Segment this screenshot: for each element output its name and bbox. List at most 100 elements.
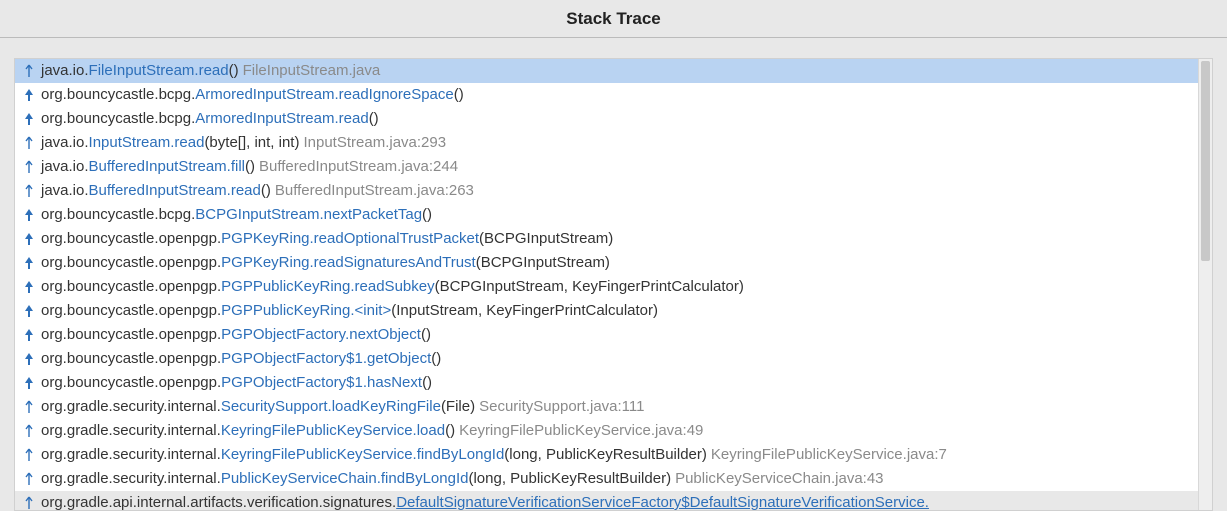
package-name: org.bouncycastle.openpgp. — [41, 347, 221, 371]
method-name[interactable]: PGPObjectFactory$1.getObject — [221, 347, 431, 371]
up-arrow-icon — [21, 184, 37, 198]
up-arrow-icon — [21, 232, 37, 246]
stack-frame-row[interactable]: org.bouncycastle.openpgp.PGPObjectFactor… — [15, 371, 1212, 395]
package-name: org.bouncycastle.openpgp. — [41, 275, 221, 299]
method-name[interactable]: PublicKeyServiceChain.findByLongId — [221, 467, 469, 491]
stack-frame-row[interactable]: java.io.InputStream.read(byte[], int, in… — [15, 131, 1212, 155]
stack-frame-row[interactable]: org.bouncycastle.bcpg.ArmoredInputStream… — [15, 107, 1212, 131]
up-arrow-icon — [21, 112, 37, 126]
stack-frame-row[interactable]: org.bouncycastle.openpgp.PGPPublicKeyRin… — [15, 299, 1212, 323]
stack-frame-row[interactable]: org.gradle.api.internal.artifacts.verifi… — [15, 491, 1212, 511]
stack-frame-row[interactable]: org.bouncycastle.bcpg.ArmoredInputStream… — [15, 83, 1212, 107]
package-name: org.bouncycastle.openpgp. — [41, 299, 221, 323]
stack-frame-row[interactable]: org.gradle.security.internal.PublicKeySe… — [15, 467, 1212, 491]
stack-frame-row[interactable]: java.io.BufferedInputStream.read()Buffer… — [15, 179, 1212, 203]
package-name: org.bouncycastle.openpgp. — [41, 371, 221, 395]
method-name[interactable]: BufferedInputStream.read — [89, 179, 261, 203]
up-arrow-icon — [21, 64, 37, 78]
up-arrow-icon — [21, 328, 37, 342]
package-name: java.io. — [41, 131, 89, 155]
page-title: Stack Trace — [566, 9, 661, 29]
method-params: (long, PublicKeyResultBuilder) — [504, 443, 707, 467]
method-name[interactable]: BufferedInputStream.fill — [89, 155, 245, 179]
method-params: () — [431, 347, 441, 371]
method-name[interactable]: SecuritySupport.loadKeyRingFile — [221, 395, 441, 419]
method-params: (File) — [441, 395, 475, 419]
up-arrow-icon — [21, 424, 37, 438]
method-name[interactable]: PGPKeyRing.readSignaturesAndTrust — [221, 251, 476, 275]
method-name[interactable]: FileInputStream.read — [89, 59, 229, 83]
method-name[interactable]: PGPPublicKeyRing.<init> — [221, 299, 391, 323]
method-params: (InputStream, KeyFingerPrintCalculator) — [391, 299, 658, 323]
up-arrow-icon — [21, 280, 37, 294]
stack-frame-row[interactable]: org.gradle.security.internal.SecuritySup… — [15, 395, 1212, 419]
method-params: () — [421, 323, 431, 347]
package-name: org.bouncycastle.bcpg. — [41, 83, 195, 107]
source-location: BufferedInputStream.java:263 — [275, 179, 474, 203]
package-name: java.io. — [41, 155, 89, 179]
stack-frame-list: java.io.FileInputStream.read()FileInputS… — [15, 59, 1212, 511]
method-name[interactable]: ArmoredInputStream.read — [195, 107, 368, 131]
up-arrow-icon — [21, 256, 37, 270]
up-arrow-icon — [21, 376, 37, 390]
stack-frame-row[interactable]: org.bouncycastle.openpgp.PGPKeyRing.read… — [15, 227, 1212, 251]
method-name[interactable]: DefaultSignatureVerificationServiceFacto… — [396, 491, 929, 511]
stack-frame-row[interactable]: org.bouncycastle.openpgp.PGPObjectFactor… — [15, 347, 1212, 371]
up-arrow-icon — [21, 352, 37, 366]
source-location: SecuritySupport.java:111 — [479, 395, 644, 419]
up-arrow-icon — [21, 304, 37, 318]
stack-frame-row[interactable]: org.bouncycastle.openpgp.PGPKeyRing.read… — [15, 251, 1212, 275]
source-location: KeyringFilePublicKeyService.java:49 — [459, 419, 703, 443]
source-location: FileInputStream.java — [243, 59, 381, 83]
method-name[interactable]: InputStream.read — [89, 131, 205, 155]
trace-container: java.io.FileInputStream.read()FileInputS… — [0, 38, 1227, 511]
method-params: () — [229, 59, 239, 83]
package-name: org.gradle.security.internal. — [41, 419, 221, 443]
up-arrow-icon — [21, 160, 37, 174]
method-params: () — [245, 155, 255, 179]
package-name: org.gradle.security.internal. — [41, 395, 221, 419]
source-location: KeyringFilePublicKeyService.java:7 — [711, 443, 947, 467]
stack-frame-row[interactable]: org.bouncycastle.openpgp.PGPObjectFactor… — [15, 323, 1212, 347]
up-arrow-icon — [21, 448, 37, 462]
package-name: java.io. — [41, 179, 89, 203]
stack-frame-row[interactable]: org.gradle.security.internal.KeyringFile… — [15, 419, 1212, 443]
scrollbar-thumb[interactable] — [1201, 61, 1210, 261]
stack-frame-row[interactable]: java.io.FileInputStream.read()FileInputS… — [15, 59, 1212, 83]
method-name[interactable]: PGPObjectFactory.nextObject — [221, 323, 421, 347]
up-arrow-icon — [21, 472, 37, 486]
package-name: org.gradle.security.internal. — [41, 443, 221, 467]
source-location: PublicKeyServiceChain.java:43 — [675, 467, 883, 491]
method-params: (long, PublicKeyResultBuilder) — [468, 467, 671, 491]
method-params: () — [369, 107, 379, 131]
package-name: org.bouncycastle.openpgp. — [41, 227, 221, 251]
package-name: org.bouncycastle.openpgp. — [41, 251, 221, 275]
method-name[interactable]: KeyringFilePublicKeyService.findByLongId — [221, 443, 504, 467]
method-name[interactable]: ArmoredInputStream.readIgnoreSpace — [195, 83, 453, 107]
method-params: (BCPGInputStream) — [476, 251, 610, 275]
method-params: () — [445, 419, 455, 443]
stack-frame-row[interactable]: org.bouncycastle.openpgp.PGPPublicKeyRin… — [15, 275, 1212, 299]
package-name: org.bouncycastle.bcpg. — [41, 203, 195, 227]
source-location: InputStream.java:293 — [303, 131, 446, 155]
package-name: org.bouncycastle.openpgp. — [41, 323, 221, 347]
stack-frame-row[interactable]: java.io.BufferedInputStream.fill()Buffer… — [15, 155, 1212, 179]
up-arrow-icon — [21, 88, 37, 102]
vertical-scrollbar[interactable] — [1198, 59, 1212, 510]
up-arrow-icon — [21, 208, 37, 222]
method-name[interactable]: KeyringFilePublicKeyService.load — [221, 419, 445, 443]
method-name[interactable]: PGPPublicKeyRing.readSubkey — [221, 275, 434, 299]
up-arrow-icon — [21, 400, 37, 414]
package-name: org.gradle.api.internal.artifacts.verifi… — [41, 491, 396, 511]
method-name[interactable]: PGPKeyRing.readOptionalTrustPacket — [221, 227, 479, 251]
stack-frame-row[interactable]: org.bouncycastle.bcpg.BCPGInputStream.ne… — [15, 203, 1212, 227]
method-name[interactable]: BCPGInputStream.nextPacketTag — [195, 203, 422, 227]
stack-frame-row[interactable]: org.gradle.security.internal.KeyringFile… — [15, 443, 1212, 467]
up-arrow-icon — [21, 136, 37, 150]
method-params: (BCPGInputStream) — [479, 227, 613, 251]
method-params: (BCPGInputStream, KeyFingerPrintCalculat… — [435, 275, 744, 299]
method-params: () — [422, 203, 432, 227]
source-location: BufferedInputStream.java:244 — [259, 155, 458, 179]
method-params: (byte[], int, int) — [204, 131, 299, 155]
method-name[interactable]: PGPObjectFactory$1.hasNext — [221, 371, 422, 395]
